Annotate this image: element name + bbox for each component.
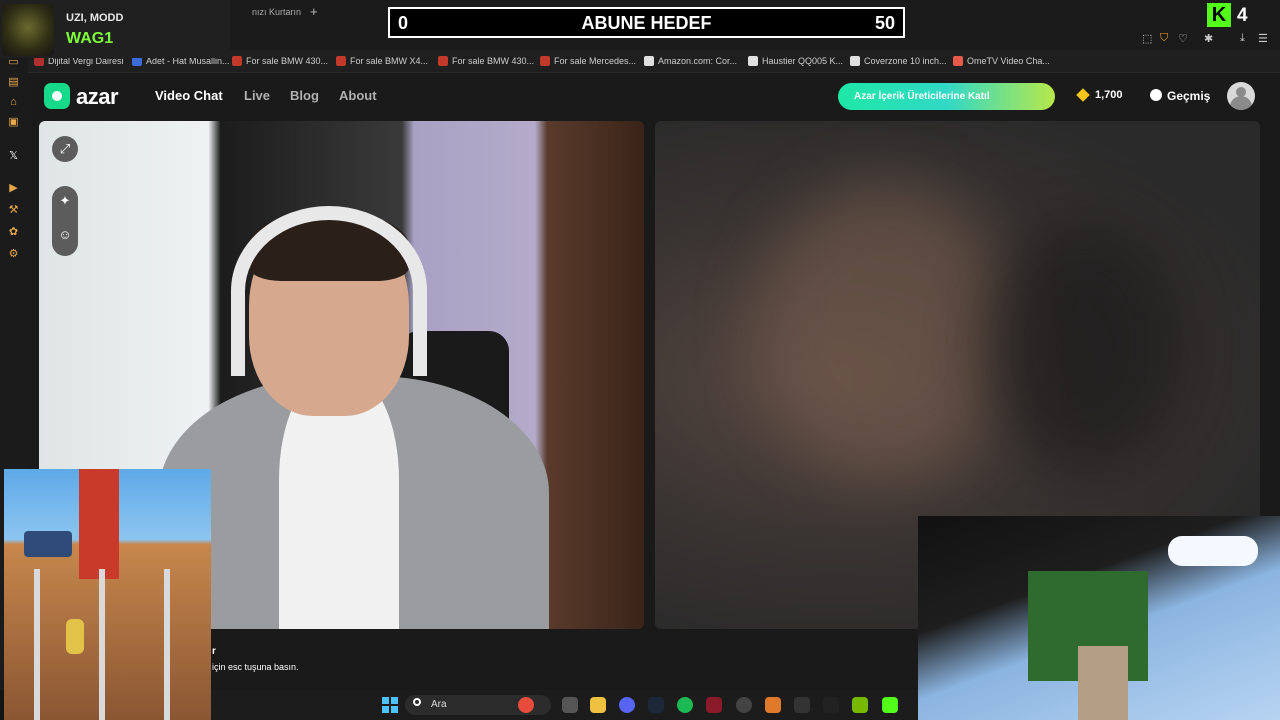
- bookmark-favicon: [748, 56, 758, 66]
- bookmark-label: OmeTV Video Cha...: [967, 56, 1050, 66]
- sidebar-play-icon[interactable]: ▶: [7, 182, 20, 195]
- nvidia-icon[interactable]: [852, 697, 868, 713]
- kick-viewer-box: K 4: [1205, 2, 1280, 28]
- file-explorer-icon[interactable]: [590, 697, 606, 713]
- goal-label: ABUNE HEDEF: [581, 13, 712, 33]
- birch-trunk: [1078, 646, 1128, 720]
- bookmark-item[interactable]: For sale Mercedes...: [540, 53, 636, 69]
- bookmark-favicon: [336, 56, 346, 66]
- shield-icon[interactable]: ⛉: [1160, 32, 1168, 45]
- task-view-icon[interactable]: [562, 697, 578, 713]
- bookmark-label: Haustier QQ005 K...: [762, 56, 844, 66]
- minecraft-gameplay: [918, 516, 1280, 720]
- sparkle-icon: ✦: [59, 193, 71, 208]
- sidebar-home-icon[interactable]: ⌂: [7, 96, 20, 109]
- bookmark-item[interactable]: For sale BMW X4...: [336, 53, 428, 69]
- bookmark-label: Amazon.com: Cor...: [658, 56, 738, 66]
- subscriber-goal-bar: 0 ABUNE HEDEF 50: [388, 7, 905, 38]
- bookmark-label: Coverzone 10 inch...: [864, 56, 947, 66]
- bookmark-favicon: [850, 56, 860, 66]
- bookmark-favicon: [644, 56, 654, 66]
- bridge-tower: [79, 469, 119, 579]
- download-icon[interactable]: ⤓: [1240, 32, 1245, 45]
- taskbar-app-icon[interactable]: [518, 697, 534, 713]
- streamer-avatar: [2, 4, 54, 56]
- sidebar-settings-icon[interactable]: ⚙: [7, 248, 20, 261]
- browser-tab[interactable]: nızı Kurtarın: [252, 7, 301, 17]
- nav-blog[interactable]: Blog: [290, 88, 319, 103]
- face-icon: ☺: [58, 227, 72, 242]
- search-icon: [413, 698, 421, 706]
- creator-join-button[interactable]: Azar İçerik Üreticilerine Katıl: [838, 83, 1055, 110]
- bookmark-label: For sale BMW 430...: [246, 56, 329, 66]
- goal-target: 50: [874, 13, 895, 33]
- opera-gx-icon[interactable]: [706, 697, 722, 713]
- bookmark-label: For sale BMW X4...: [350, 56, 429, 66]
- nav-video-chat[interactable]: Video Chat: [155, 88, 223, 103]
- streamer-title: UZI, MODD: [66, 12, 124, 24]
- bookmark-favicon: [953, 56, 963, 66]
- bookmark-item[interactable]: Amazon.com: Cor...: [644, 53, 737, 69]
- taskbar-search-label: Ara: [431, 699, 447, 710]
- runner-character: [66, 619, 84, 654]
- app-icon[interactable]: [823, 697, 839, 713]
- kick-app-icon[interactable]: [882, 697, 898, 713]
- blur-region: [985, 221, 1185, 471]
- sidebar-wallet-icon[interactable]: ▣: [7, 116, 20, 129]
- rail: [164, 569, 170, 720]
- discord-icon[interactable]: [619, 697, 635, 713]
- subway-surfers-gameplay: [4, 469, 211, 720]
- bookmark-favicon: [540, 56, 550, 66]
- bookmark-item[interactable]: For sale BMW 430...: [232, 53, 328, 69]
- epic-games-icon[interactable]: [794, 697, 810, 713]
- creator-join-label: Azar İçerik Üreticilerine Katıl: [854, 91, 990, 102]
- headphones: [231, 206, 427, 376]
- tab-search-icon[interactable]: ⬚: [1142, 32, 1152, 45]
- windows-start-icon[interactable]: [382, 697, 398, 713]
- cloud: [1168, 536, 1258, 566]
- expand-video-button[interactable]: ⤢: [52, 136, 78, 162]
- menu-icon[interactable]: ☰: [1258, 32, 1268, 45]
- rail: [99, 569, 105, 720]
- nav-live[interactable]: Live: [244, 88, 270, 103]
- bookmark-favicon: [438, 56, 448, 66]
- extensions-icon[interactable]: ✱: [1204, 32, 1213, 45]
- x-twitter-icon[interactable]: 𝕏: [7, 150, 20, 163]
- expand-icon: ⤢: [59, 141, 71, 156]
- train: [24, 531, 72, 557]
- spotify-icon[interactable]: [677, 697, 693, 713]
- face-filter-button[interactable]: ☺: [52, 222, 78, 248]
- sparkle-effects-button[interactable]: ✦: [52, 188, 78, 214]
- bookmark-label: For sale Mercedes...: [554, 56, 637, 66]
- azar-logo-text[interactable]: azar: [76, 84, 119, 110]
- sidebar-tools-icon[interactable]: ⚒: [7, 204, 20, 217]
- new-tab-button[interactable]: +: [310, 4, 318, 19]
- profile-avatar[interactable]: [1227, 82, 1255, 110]
- steam-icon[interactable]: [648, 697, 664, 713]
- kick-viewer-count: 4: [1237, 5, 1248, 26]
- sidebar-bookmark-icon[interactable]: ▤: [7, 76, 20, 89]
- app-icon[interactable]: [736, 697, 752, 713]
- blur-region: [755, 181, 1015, 481]
- rail: [34, 569, 40, 720]
- kick-logo-icon: K: [1207, 3, 1231, 27]
- bookmark-label: For sale BMW 430...: [452, 56, 535, 66]
- bookmark-item[interactable]: Coverzone 10 inch...: [850, 53, 947, 69]
- gem-balance[interactable]: 1,700: [1095, 89, 1123, 101]
- bookmark-item[interactable]: OmeTV Video Cha...: [953, 53, 1050, 69]
- sidebar-gift-icon[interactable]: ✿: [7, 226, 20, 239]
- nav-about[interactable]: About: [339, 88, 377, 103]
- bookmark-item[interactable]: For sale BMW 430...: [438, 53, 534, 69]
- fullscreen-esc-hint: için esc tuşuna basın.: [212, 662, 299, 672]
- brave-icon[interactable]: [765, 697, 781, 713]
- clock-icon: [1150, 89, 1162, 101]
- streamer-name: WAG1: [66, 30, 114, 47]
- history-button[interactable]: Geçmiş: [1167, 89, 1210, 103]
- azar-logo-icon[interactable]: [44, 83, 70, 109]
- heart-icon[interactable]: ♡: [1178, 32, 1188, 45]
- bookmark-favicon: [232, 56, 242, 66]
- bookmark-item[interactable]: Haustier QQ005 K...: [748, 53, 843, 69]
- fullscreen-title: r: [212, 646, 216, 657]
